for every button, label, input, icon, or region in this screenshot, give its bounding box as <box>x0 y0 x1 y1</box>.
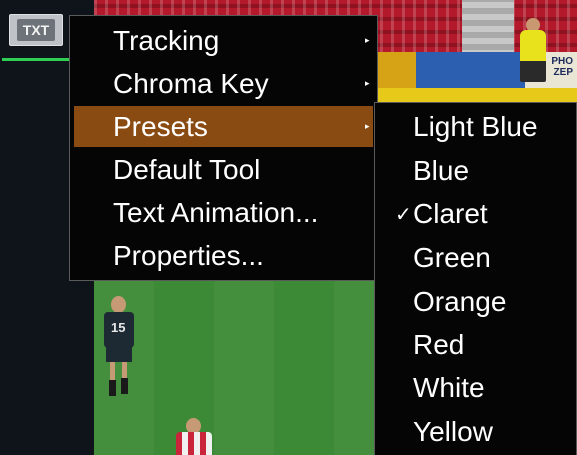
menu-item-presets[interactable]: Presets ▸ <box>74 106 373 147</box>
submenu-arrow-icon: ▸ <box>365 35 370 45</box>
preset-label: Yellow <box>413 416 493 447</box>
preset-red[interactable]: Red <box>375 324 576 366</box>
menu-item-label: Default Tool <box>113 153 261 185</box>
checkmark-icon: ✓ <box>395 203 412 226</box>
menu-item-label: Chroma Key <box>113 67 269 99</box>
menu-item-tracking[interactable]: Tracking ▸ <box>74 20 373 61</box>
preset-green[interactable]: Green <box>375 237 576 279</box>
ad-panel-gold <box>376 52 416 88</box>
text-tool-label: TXT <box>16 19 56 41</box>
ad-text: PHO ZEP <box>551 56 573 78</box>
menu-item-label: Properties... <box>113 239 264 271</box>
menu-item-default-tool[interactable]: Default Tool <box>74 149 373 190</box>
menu-item-properties[interactable]: Properties... <box>74 235 373 276</box>
player-red-kit <box>172 418 218 455</box>
preset-label: Green <box>413 242 491 273</box>
preset-claret[interactable]: ✓ Claret <box>375 193 576 235</box>
preset-label: Orange <box>413 286 507 317</box>
player-dark-kit: 15 <box>100 296 140 406</box>
player-number: 15 <box>111 320 126 335</box>
preset-light-blue[interactable]: Light Blue <box>375 106 576 148</box>
submenu-arrow-icon: ▸ <box>365 78 370 88</box>
preset-label: Claret <box>413 198 488 229</box>
preset-orange[interactable]: Orange <box>375 281 576 323</box>
presets-submenu: Light Blue Blue ✓ Claret Green Orange Re… <box>374 102 577 455</box>
menu-item-text-animation[interactable]: Text Animation... <box>74 192 373 233</box>
submenu-arrow-icon: ▸ <box>365 121 370 131</box>
menu-item-label: Tracking <box>113 24 220 56</box>
preset-label: Light Blue <box>413 111 538 142</box>
text-tool-button[interactable]: TXT <box>9 14 63 46</box>
preset-label: White <box>413 372 485 403</box>
preset-white[interactable]: White <box>375 367 576 409</box>
menu-item-label: Text Animation... <box>113 196 319 228</box>
steward-figure <box>520 30 546 82</box>
preset-label: Blue <box>413 155 470 186</box>
menu-item-label: Presets <box>113 110 208 142</box>
preset-yellow[interactable]: Yellow <box>375 411 576 453</box>
active-indicator-line <box>2 58 70 61</box>
preset-blue[interactable]: Blue <box>375 150 576 192</box>
context-menu: Tracking ▸ Chroma Key ▸ Presets ▸ Defaul… <box>69 15 378 281</box>
preset-label: Red <box>413 329 465 360</box>
menu-item-chroma-key[interactable]: Chroma Key ▸ <box>74 63 373 104</box>
